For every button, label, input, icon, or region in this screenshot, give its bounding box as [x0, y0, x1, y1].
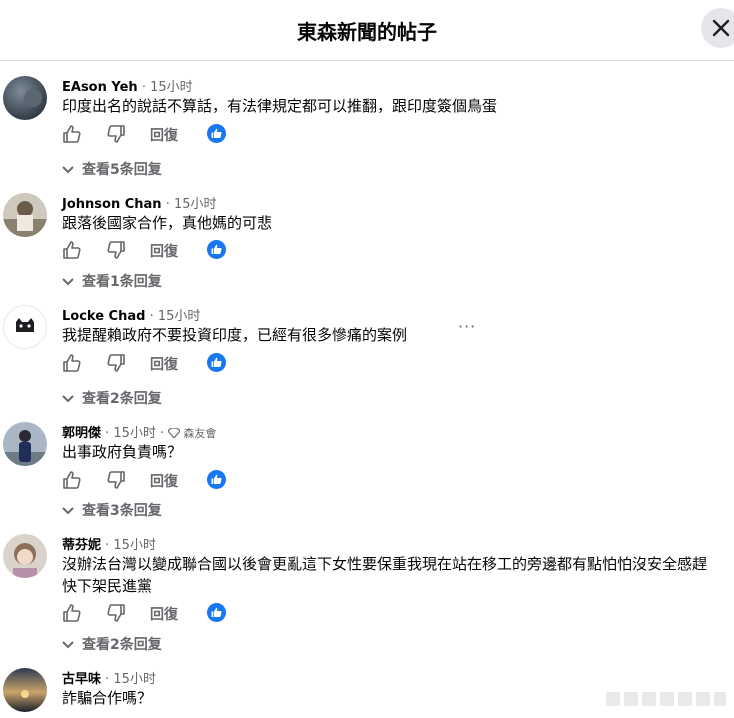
reply-button[interactable]: 回復	[150, 354, 178, 374]
view-replies-link[interactable]: 查看5条回复	[62, 159, 162, 178]
comment-meta: 郭明傑 · 15小时 · 森友會	[62, 422, 217, 441]
thumbs-up-icon	[63, 604, 81, 622]
comment-text: 出事政府負責嗎？	[62, 443, 183, 461]
comment-time[interactable]: · 15小时 ·	[101, 426, 168, 441]
comment-author[interactable]: 蒂芬妮	[62, 538, 101, 553]
view-replies-label: 查看3条回复	[82, 503, 162, 519]
like-reaction-icon	[207, 353, 226, 372]
view-replies-label: 查看2条回复	[82, 391, 162, 407]
close-icon	[712, 19, 730, 37]
like-count-badge[interactable]	[207, 240, 226, 263]
comment-actions: 回復	[62, 124, 262, 144]
chevron-down-icon	[62, 641, 74, 649]
post-header: 東森新聞的帖子	[0, 0, 734, 61]
comment-author[interactable]: Locke Chad	[62, 309, 145, 324]
reply-button[interactable]: 回復	[150, 241, 178, 261]
comment-text: 我提醒賴政府不要投資印度，已經有很多慘痛的案例	[62, 326, 408, 344]
dislike-button[interactable]	[106, 240, 126, 264]
comment-text: 跟落後國家合作，真他媽的可悲	[62, 214, 273, 232]
comment-time[interactable]: · 15小时	[138, 80, 193, 95]
avatar[interactable]	[3, 76, 47, 120]
dislike-button[interactable]	[106, 470, 126, 494]
reply-button[interactable]: 回復	[150, 604, 178, 624]
like-count-badge[interactable]	[207, 603, 226, 626]
like-button[interactable]	[62, 353, 82, 377]
like-button[interactable]	[62, 124, 82, 148]
thumbs-down-icon	[107, 241, 125, 259]
reply-button[interactable]: 回復	[150, 125, 178, 145]
like-count-badge[interactable]	[207, 353, 226, 376]
thumbs-down-icon	[107, 125, 125, 143]
like-count-badge[interactable]	[207, 470, 226, 493]
comment-actions: 回復	[62, 240, 262, 260]
dislike-button[interactable]	[106, 124, 126, 148]
comment-meta: 蒂芬妮 · 15小时	[62, 534, 156, 553]
avatar[interactable]	[3, 193, 47, 237]
view-replies-link[interactable]: 查看1条回复	[62, 271, 162, 290]
comment-actions: 回復	[62, 603, 262, 623]
chevron-down-icon	[62, 507, 74, 515]
avatar[interactable]	[3, 422, 47, 466]
comment-author[interactable]: Johnson Chan	[62, 197, 162, 212]
comment-meta: Johnson Chan · 15小时	[62, 193, 217, 212]
avatar[interactable]	[3, 668, 47, 712]
thumbs-down-icon	[107, 471, 125, 489]
comment-author[interactable]: 郭明傑	[62, 426, 101, 441]
comment-meta: 古早味 · 15小时	[62, 668, 156, 687]
like-reaction-icon	[207, 124, 226, 143]
comment-meta: Locke Chad · 15小时	[62, 305, 201, 324]
view-replies-link[interactable]: 查看3条回复	[62, 500, 162, 519]
view-replies-label: 查看1条回复	[82, 274, 162, 290]
reply-button[interactable]: 回復	[150, 471, 178, 491]
more-options-icon[interactable]: ···	[458, 317, 476, 336]
thumbs-up-icon	[63, 354, 81, 372]
comment-author[interactable]: EAson Yeh	[62, 80, 138, 95]
dislike-button[interactable]	[106, 603, 126, 627]
like-reaction-icon	[207, 240, 226, 259]
avatar[interactable]	[3, 305, 47, 349]
watermark-icon	[606, 692, 726, 706]
view-replies-label: 查看2条回复	[82, 637, 162, 653]
like-reaction-icon	[207, 470, 226, 489]
view-replies-link[interactable]: 查看2条回复	[62, 634, 162, 653]
like-button[interactable]	[62, 603, 82, 627]
comment-meta: EAson Yeh · 15小时	[62, 76, 193, 95]
diamond-icon	[167, 427, 182, 439]
close-button[interactable]	[701, 8, 734, 48]
comment-text: 沒辦法台灣以變成聯合國以後會更亂這下女性要保重我現在站在移工的旁邊都有點怕怕沒安…	[62, 555, 708, 595]
comment-text: 印度出名的說話不算話，有法律規定都可以推翻，跟印度簽個鳥蛋	[62, 97, 498, 115]
thumbs-up-icon	[63, 471, 81, 489]
like-button[interactable]	[62, 240, 82, 264]
comment-actions: 回復	[62, 470, 262, 490]
fan-badge: 森友會	[183, 427, 217, 440]
comment-time[interactable]: · 15小时	[162, 197, 217, 212]
dislike-button[interactable]	[106, 353, 126, 377]
view-replies-label: 查看5条回复	[82, 162, 162, 178]
chevron-down-icon	[62, 278, 74, 286]
thumbs-up-icon	[63, 125, 81, 143]
thumbs-down-icon	[107, 604, 125, 622]
like-count-badge[interactable]	[207, 124, 226, 147]
chevron-down-icon	[62, 166, 74, 174]
like-reaction-icon	[207, 603, 226, 622]
comment-author[interactable]: 古早味	[62, 672, 101, 687]
comment-actions: 回復	[62, 353, 262, 373]
chevron-down-icon	[62, 395, 74, 403]
thumbs-up-icon	[63, 241, 81, 259]
like-button[interactable]	[62, 470, 82, 494]
avatar[interactable]	[3, 534, 47, 578]
comment-time[interactable]: · 15小时	[101, 538, 156, 553]
comment-time[interactable]: · 15小时	[101, 672, 156, 687]
comment-time[interactable]: · 15小时	[145, 309, 201, 324]
thumbs-down-icon	[107, 354, 125, 372]
view-replies-link[interactable]: 查看2条回复	[62, 388, 162, 407]
page-title: 東森新聞的帖子	[297, 20, 437, 44]
